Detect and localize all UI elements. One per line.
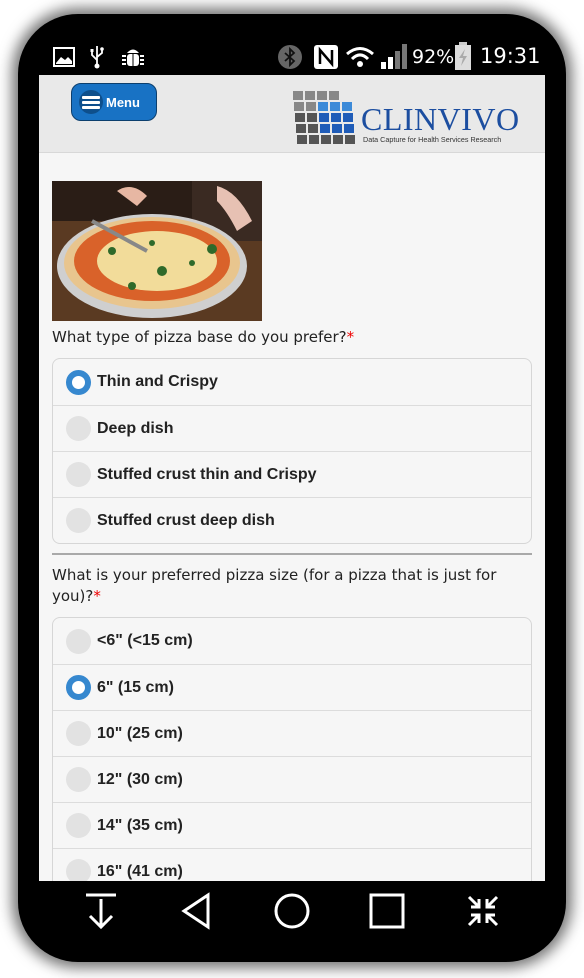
option-label: Deep dish (97, 419, 174, 437)
logo-title: CLINVIVO (361, 101, 520, 137)
android-nav-bar (39, 881, 545, 944)
option-label: 14" (35 cm) (97, 816, 183, 834)
hide-keyboard-icon[interactable] (81, 891, 121, 931)
radio-option[interactable]: Stuffed crust deep dish (53, 497, 531, 543)
home-icon[interactable] (272, 891, 312, 931)
required-marker: * (346, 328, 355, 346)
usb-icon (90, 46, 104, 69)
image-icon (53, 47, 75, 67)
radio-option[interactable]: Thin and Crispy (53, 359, 531, 405)
wifi-icon (346, 47, 374, 67)
menu-button[interactable]: Menu (71, 83, 157, 121)
option-label: 12" (30 cm) (97, 770, 183, 788)
option-label: 16" (41 cm) (97, 862, 183, 880)
signal-icon (381, 44, 407, 69)
logo-grid-square (296, 124, 306, 133)
radio-option[interactable]: 10" (25 cm) (53, 710, 531, 756)
survey-form: What type of pizza base do you prefer?* … (52, 181, 532, 881)
logo-grid-square (295, 113, 305, 122)
pizza-size-options: <6" (<15 cm) 6" (15 cm) 10" (25 cm) 12" … (52, 617, 532, 881)
app-content: Menu CLINVIVO Data Capture for Health Se… (39, 75, 545, 881)
menu-button-label: Menu (106, 94, 140, 110)
option-label: Stuffed crust deep dish (97, 511, 275, 529)
logo-grid-square (308, 124, 318, 133)
logo-grid-square (321, 135, 331, 144)
option-label: <6" (<15 cm) (97, 632, 193, 649)
radio-option[interactable]: 16" (41 cm) (53, 848, 531, 881)
radio-option[interactable]: 14" (35 cm) (53, 802, 531, 848)
android-debug-icon (122, 49, 144, 66)
device-screen: 92% 19:31 Menu CLINVIVO Data Capture for… (39, 38, 545, 944)
logo-grid-square (333, 135, 343, 144)
logo-grid-square (343, 113, 353, 122)
logo-grid-square (332, 124, 342, 133)
logo-subtitle: Data Capture for Health Services Researc… (363, 135, 502, 144)
logo-grid-square (305, 91, 315, 100)
nfc-icon (314, 45, 338, 69)
app-header: Menu CLINVIVO Data Capture for Health Se… (39, 75, 545, 153)
pizza-base-options: Thin and Crispy Deep dish Stuffed crust … (52, 358, 532, 544)
radio-option[interactable]: 6" (15 cm) (53, 664, 531, 710)
question-text: What type of pizza base do you prefer? (52, 328, 347, 346)
logo-grid-square (344, 124, 354, 133)
option-label: Stuffed crust thin and Crispy (97, 465, 317, 483)
radio-button[interactable] (66, 721, 91, 746)
logo-grid-square (318, 102, 328, 111)
radio-button[interactable] (66, 628, 91, 654)
logo-grid-square (307, 113, 317, 122)
logo-grid-square (342, 102, 352, 111)
radio-button[interactable] (66, 813, 91, 838)
radio-option[interactable]: <6" (<15 cm) (53, 618, 531, 664)
radio-button[interactable] (66, 767, 91, 792)
question-pizza-size: What is your preferred pizza size (for a… (52, 565, 532, 607)
logo-grid-square (320, 124, 330, 133)
radio-option[interactable]: 12" (30 cm) (53, 756, 531, 802)
logo-grid-square (330, 102, 340, 111)
clinvivo-logo: CLINVIVO Data Capture for Health Service… (291, 89, 521, 147)
battery-charging-icon (455, 42, 471, 70)
radio-option[interactable]: Deep dish (53, 405, 531, 451)
recents-icon[interactable] (367, 891, 407, 931)
radio-button[interactable] (66, 859, 91, 881)
logo-grid-icon (293, 91, 355, 144)
option-label: 10" (25 cm) (97, 724, 183, 742)
logo-grid-square (319, 113, 329, 122)
battery-percent: 92% (412, 46, 455, 68)
logo-grid-square (329, 91, 339, 100)
divider (52, 553, 532, 555)
radio-button[interactable] (66, 462, 91, 487)
option-label: 6" (15 cm) (97, 678, 174, 696)
radio-button[interactable] (66, 508, 91, 533)
logo-grid-square (345, 135, 355, 144)
logo-grid-square (306, 102, 316, 111)
option-label: Thin and Crispy (97, 373, 218, 390)
logo-grid-square (317, 91, 327, 100)
radio-button[interactable] (66, 416, 91, 441)
logo-grid-square (293, 91, 303, 100)
collapse-icon[interactable] (463, 891, 503, 931)
hamburger-icon (79, 90, 103, 114)
logo-grid-square (309, 135, 319, 144)
logo-grid-square (297, 135, 307, 144)
back-icon[interactable] (176, 891, 216, 931)
status-bar: 92% 19:31 (39, 38, 545, 75)
question-text: What is your preferred pizza size (for a… (52, 566, 497, 605)
radio-option[interactable]: Stuffed crust thin and Crispy (53, 451, 531, 497)
clock: 19:31 (480, 44, 541, 68)
bluetooth-icon (278, 45, 302, 69)
required-marker: * (93, 587, 101, 605)
radio-button-checked[interactable] (66, 369, 91, 395)
logo-grid-square (294, 102, 304, 111)
logo-grid-square (331, 113, 341, 122)
pizza-image (52, 181, 262, 321)
radio-button-checked[interactable] (66, 675, 91, 700)
question-pizza-base: What type of pizza base do you prefer?* (52, 327, 532, 348)
